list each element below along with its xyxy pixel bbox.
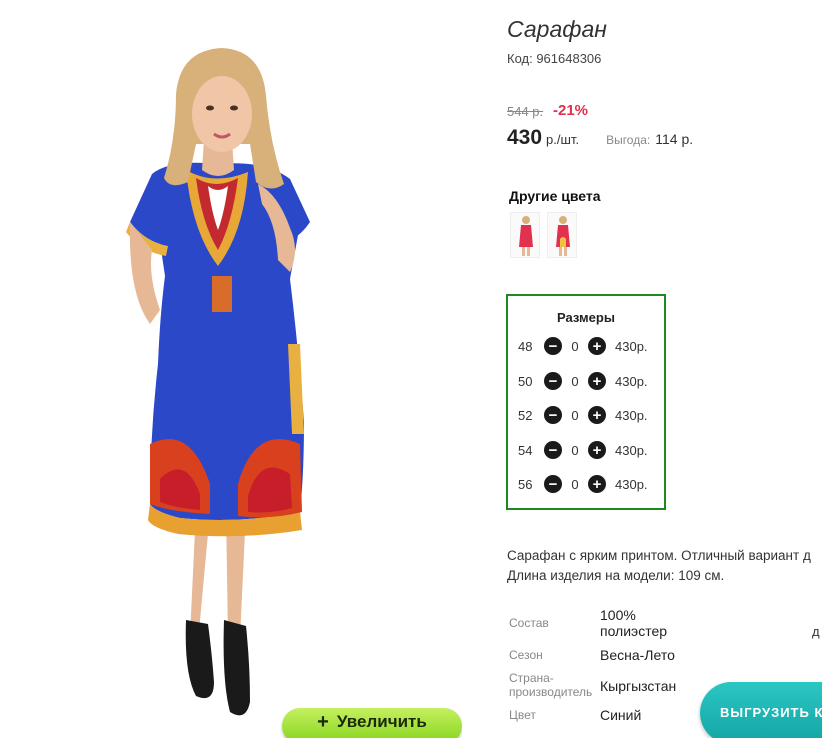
discount-badge: -21% [553, 102, 589, 119]
sizes-title: Размеры [557, 310, 615, 325]
minus-circle-icon[interactable]: − [544, 372, 562, 390]
size-number: 56 [518, 476, 533, 492]
season-value: Весна-Лето [600, 647, 675, 663]
size-row: 54 − 0 + 430р. [518, 440, 648, 460]
minus-circle-icon[interactable]: − [544, 337, 562, 355]
zoom-button-label: Увеличить [336, 712, 427, 731]
size-row: 56 − 0 + 430р. [518, 474, 648, 494]
size-quantity: 0 [571, 373, 579, 389]
description-line: Сарафан с ярким принтом. Отличный вариан… [507, 548, 811, 563]
export-button[interactable]: ВЫГРУЗИТЬ К [700, 682, 822, 738]
composition-label: Состав [509, 616, 549, 630]
size-price: 430р. [615, 442, 648, 458]
size-price: 430р. [615, 373, 648, 389]
plus-circle-icon[interactable]: + [588, 406, 606, 424]
minus-circle-icon[interactable]: − [544, 475, 562, 493]
size-quantity: 0 [571, 476, 579, 492]
plus-circle-icon[interactable]: + [588, 475, 606, 493]
minus-circle-icon[interactable]: − [544, 441, 562, 459]
composition-extra: д [812, 624, 820, 639]
product-title: Сарафан [507, 16, 607, 42]
size-row: 50 − 0 + 430р. [518, 371, 648, 391]
size-row: 48 − 0 + 430р. [518, 336, 648, 356]
size-number: 52 [518, 407, 533, 423]
size-quantity: 0 [571, 442, 579, 458]
plus-circle-icon[interactable]: + [588, 337, 606, 355]
size-price: 430р. [615, 407, 648, 423]
size-quantity: 0 [571, 407, 579, 423]
price-unit: р./шт. [546, 132, 580, 147]
color-swatch-red-back[interactable] [547, 212, 577, 258]
product-description: Сарафан с ярким принтом. Отличный вариан… [507, 546, 822, 586]
plus-icon: + [317, 711, 329, 733]
composition-value: 100% [600, 607, 636, 623]
size-number: 48 [518, 338, 533, 354]
season-label: Сезон [509, 648, 543, 662]
color-label: Цвет [509, 708, 536, 722]
sizes-panel: Размеры 48 − 0 + 430р. 50 − 0 + 430р. 52… [506, 294, 666, 510]
country-label: Страна- [509, 671, 554, 685]
country-label: производитель [509, 685, 593, 699]
color-value: Синий [600, 707, 642, 723]
size-price: 430р. [615, 338, 648, 354]
plus-circle-icon[interactable]: + [588, 372, 606, 390]
product-code: Код: 961648306 [507, 51, 602, 66]
size-row: 52 − 0 + 430р. [518, 405, 648, 425]
size-number: 50 [518, 373, 533, 389]
price-row: 430 р./шт. Выгода: 114 р. [507, 126, 693, 150]
size-quantity: 0 [571, 338, 579, 354]
size-price: 430р. [615, 476, 648, 492]
benefit-value: 114 р. [655, 131, 694, 147]
color-swatch-red-front[interactable] [510, 212, 540, 258]
benefit-label: Выгода: [606, 133, 651, 147]
zoom-button[interactable]: + Увеличить [282, 708, 462, 738]
country-value: Кыргызстан [600, 678, 677, 694]
old-price: 544 р. [507, 104, 544, 119]
price-value: 430 [507, 126, 543, 149]
size-number: 54 [518, 442, 533, 458]
product-photo[interactable]: + Увеличить [0, 14, 462, 738]
description-line: Длина изделия на модели: 109 см. [507, 568, 725, 583]
minus-circle-icon[interactable]: − [544, 406, 562, 424]
composition-value: полиэстер [600, 623, 668, 639]
other-colors-title: Другие цвета [509, 188, 601, 204]
plus-circle-icon[interactable]: + [588, 441, 606, 459]
